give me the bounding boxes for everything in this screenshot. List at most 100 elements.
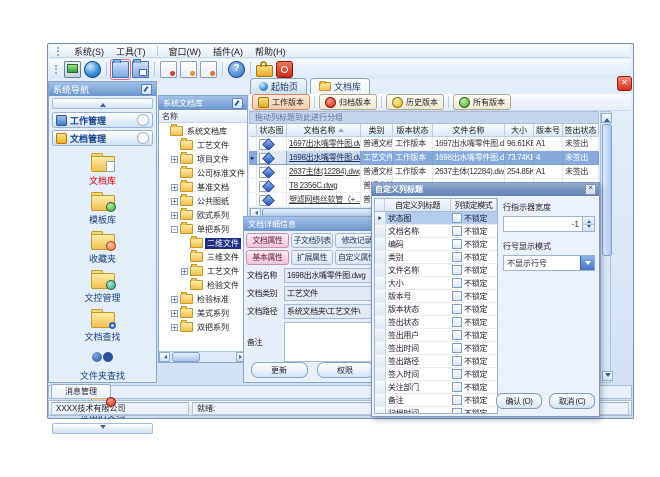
checkbox[interactable] <box>452 356 462 366</box>
sidebar-item[interactable]: 文档查找 <box>49 306 156 345</box>
tree-node[interactable]: + 公共图纸 <box>159 194 247 208</box>
sidebar-item[interactable]: 文控管理 <box>49 267 156 306</box>
remark-field[interactable] <box>284 322 377 362</box>
tree-expander-icon[interactable]: + <box>171 324 178 331</box>
column-row[interactable]: 类别 不锁定 <box>375 251 497 264</box>
spinner-value[interactable]: -1 <box>504 217 582 231</box>
tab-subdoc-list[interactable]: 子文档列表 <box>291 233 334 248</box>
pin-icon[interactable] <box>232 98 243 109</box>
column-row[interactable]: 大小 不锁定 <box>375 277 497 290</box>
menu-window[interactable]: 窗口(W) <box>168 45 203 58</box>
column-name-cell[interactable]: 签出用户 <box>386 329 452 341</box>
tree-node[interactable]: + 美式系列 <box>159 306 247 320</box>
checkbox[interactable] <box>452 226 462 236</box>
doc-red-icon[interactable] <box>160 61 177 78</box>
spin-up-icon[interactable] <box>583 217 594 225</box>
tree-node[interactable]: + 欧式系列 <box>159 208 247 222</box>
column-row[interactable]: 关注部门 不锁定 <box>375 381 497 394</box>
lock-icon[interactable] <box>256 65 273 77</box>
column-row[interactable]: 备注 不锁定 <box>375 394 497 407</box>
scrollbar-thumb[interactable] <box>602 124 612 256</box>
column-row[interactable]: 签出时间 不锁定 <box>375 342 497 355</box>
column-header-checkout[interactable]: 签出状态 <box>563 124 599 137</box>
checkbox[interactable] <box>452 395 462 405</box>
archive-version-button[interactable]: 归档版本 <box>319 94 377 110</box>
checkbox[interactable] <box>452 382 462 392</box>
column-row[interactable]: 签出用户 不锁定 <box>375 329 497 342</box>
drag-grip[interactable] <box>55 65 59 74</box>
column-header-file-name[interactable]: 文件名称 <box>433 124 505 137</box>
menu-tools[interactable]: 工具(T) <box>115 45 147 58</box>
column-name-cell[interactable]: 关注部门 <box>386 381 452 393</box>
doc-orange-icon[interactable] <box>180 61 197 78</box>
column-row[interactable]: 签出状态 不锁定 <box>375 316 497 329</box>
checkbox[interactable] <box>452 343 462 353</box>
folder-icon[interactable] <box>112 61 129 78</box>
sidebar-scroll-down[interactable] <box>52 423 153 434</box>
checkbox[interactable] <box>452 408 462 413</box>
doc-name-field[interactable]: 1698出水嘴零件图.dwg <box>284 268 377 283</box>
doc-path-field[interactable]: 系统文档夹\工艺文件\ <box>284 304 377 319</box>
tree-node[interactable]: 系统文档库 <box>159 124 247 138</box>
row-indicator-width-spinner[interactable]: -1 <box>503 216 595 232</box>
checkbox[interactable] <box>452 291 462 301</box>
chevron-down-icon[interactable] <box>580 256 594 270</box>
tree-expander-icon[interactable]: + <box>171 184 178 191</box>
doc-name-cell[interactable]: T8 2356C.dwg <box>287 179 361 193</box>
folder-window-icon[interactable] <box>132 61 149 78</box>
tree-expander-icon[interactable]: + <box>171 212 178 219</box>
checkbox[interactable] <box>452 304 462 314</box>
tree-expander-icon[interactable]: - <box>171 226 178 233</box>
tree-node[interactable]: + 检验标准 <box>159 292 247 306</box>
tree-node[interactable]: 二维文件 <box>159 236 247 250</box>
column-title-header[interactable]: 自定义列标题 <box>385 199 451 212</box>
column-name-cell[interactable]: 签入时间 <box>386 368 452 380</box>
column-row[interactable]: 编码 不锁定 <box>375 238 497 251</box>
checkbox[interactable] <box>452 317 462 327</box>
chevron-down-icon[interactable] <box>137 114 149 126</box>
column-name-cell[interactable]: 文件名称 <box>386 264 452 276</box>
sidebar-item[interactable]: 收藏夹 <box>49 228 156 267</box>
sidebar-group-document[interactable]: 文档管理 <box>52 130 153 146</box>
doc-category-field[interactable]: 工艺文件 <box>284 286 377 301</box>
close-icon[interactable]: ✕ <box>617 76 632 91</box>
tree-column-header[interactable]: 名称 <box>159 110 247 123</box>
column-name-cell[interactable]: 大小 <box>386 277 452 289</box>
work-version-button[interactable]: 工作版本 <box>252 94 310 110</box>
sidebar-item[interactable]: 文件夹查找 <box>49 345 156 384</box>
doc-name-cell[interactable]: 塑滤网络丝软管（+... <box>287 193 361 207</box>
column-name-cell[interactable]: 编码 <box>386 238 452 250</box>
column-header-doc-name[interactable]: 文档名称 <box>287 124 361 137</box>
checkbox[interactable] <box>452 239 462 249</box>
column-row[interactable]: 文件名称 不锁定 <box>375 264 497 277</box>
doc-name-cell[interactable]: 1697出水嘴零件图.dwg <box>287 137 361 151</box>
confirm-button[interactable]: 确认 (O) <box>496 393 542 409</box>
column-row[interactable]: 版本状态 不锁定 <box>375 303 497 316</box>
doc-orange2-icon[interactable] <box>200 61 217 78</box>
checkbox[interactable] <box>452 213 462 223</box>
table-row[interactable]: 2637主体(12284).dwg 普通文档 工作版本 2637主体(12284… <box>249 165 599 179</box>
tree-expander-icon[interactable]: + <box>171 156 178 163</box>
column-row[interactable]: 签出路径 不锁定 <box>375 355 497 368</box>
menu-system[interactable]: 系统(S) <box>73 45 105 58</box>
tree-horizontal-scrollbar[interactable] <box>159 351 247 362</box>
tree-node[interactable]: 检验文件 <box>159 278 247 292</box>
all-version-button[interactable]: 所有版本 <box>453 94 511 110</box>
checkbox[interactable] <box>452 278 462 288</box>
tree-expander-icon[interactable]: + <box>181 268 188 275</box>
chevron-up-icon[interactable] <box>137 132 149 144</box>
tree-node[interactable]: 公司标准文件 <box>159 166 247 180</box>
sidebar-scroll-up[interactable] <box>52 98 153 109</box>
tree-node[interactable]: - 单把系列 <box>159 222 247 236</box>
column-header-version-no[interactable]: 版本号 <box>534 124 563 137</box>
column-name-cell[interactable]: 文档名称 <box>386 225 452 237</box>
scrollbar-thumb[interactable] <box>172 352 200 362</box>
tab-start-page[interactable]: 起始页 <box>250 78 307 94</box>
column-name-cell[interactable]: 版本状态 <box>386 303 452 315</box>
scroll-up-icon[interactable] <box>601 113 612 123</box>
message-management-tab[interactable]: 消息管理 <box>51 384 111 398</box>
history-version-button[interactable]: 历史版本 <box>386 94 444 110</box>
doc-name-cell[interactable]: 2637主体(12284).dwg <box>287 165 361 179</box>
pin-icon[interactable] <box>141 84 152 95</box>
dialog-title-bar[interactable]: 自定义列标题 ✕ <box>372 183 599 196</box>
